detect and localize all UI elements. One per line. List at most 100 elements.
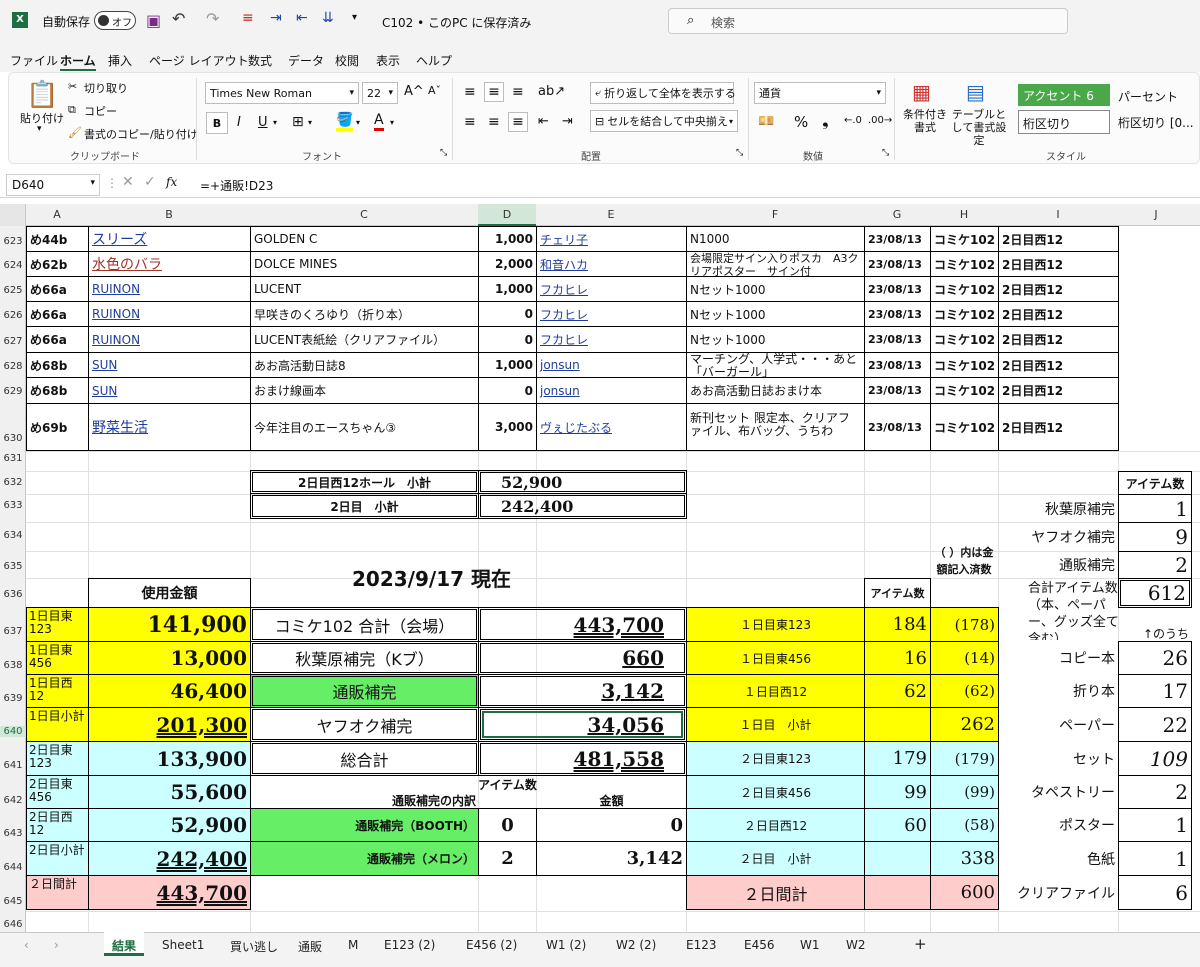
breakdown-item-value[interactable]: 2: [1118, 775, 1192, 809]
total-label[interactable]: コミケ102 合計（会場）: [250, 607, 479, 642]
sheet-tab[interactable]: E123: [686, 938, 717, 952]
list-cell-i[interactable]: 2日目西12: [998, 251, 1119, 277]
spend-value[interactable]: 141,900: [88, 607, 251, 642]
font-color-dropdown-icon[interactable]: ▾: [390, 118, 394, 127]
list-cell-f[interactable]: マーチング、人学式・・・あと「バーガール」: [686, 352, 865, 378]
list-cell-d[interactable]: 0: [478, 377, 537, 404]
list-cell-h[interactable]: コミケ102: [930, 352, 999, 378]
list-cell-d[interactable]: 1,000: [478, 352, 537, 378]
supplement-label[interactable]: 秋葉原補完: [998, 494, 1118, 523]
list-cell-i[interactable]: 2日目西12: [998, 326, 1119, 353]
decrease-decimal-icon[interactable]: .00→: [868, 115, 892, 126]
align-right-icon[interactable]: ≡: [508, 112, 528, 132]
list-cell-h[interactable]: コミケ102: [930, 326, 999, 353]
items-count[interactable]: 184: [864, 607, 931, 642]
row-header[interactable]: 643: [0, 828, 26, 839]
subtotal-w12-label[interactable]: 2日目西12ホール 小計: [250, 470, 479, 494]
merge-center-button[interactable]: ⊟ セルを結合して中央揃え ▾: [590, 110, 738, 132]
underline-button[interactable]: U: [258, 115, 268, 130]
items-count[interactable]: 179: [864, 741, 931, 776]
menu-help[interactable]: ヘルプ: [416, 52, 452, 69]
indent-decrease-icon[interactable]: ⇤: [538, 114, 549, 129]
list-cell-a[interactable]: め44b: [26, 226, 89, 252]
list-cell-a[interactable]: め66a: [26, 326, 89, 353]
sheet-tab[interactable]: Sheet1: [162, 938, 204, 952]
bold-button[interactable]: B: [206, 112, 228, 134]
list-cell-a[interactable]: め69b: [26, 403, 89, 451]
fill-color-icon[interactable]: 🪣: [336, 112, 354, 131]
items-label[interactable]: ２日目 小計: [686, 841, 865, 876]
total-value[interactable]: 481,558: [478, 741, 687, 776]
list-cell-b[interactable]: SUN: [88, 352, 251, 378]
total-items-label[interactable]: 合計アイテム数（本、ペーパー、グッズ全て含む）: [1028, 580, 1124, 640]
breakdown-item-label[interactable]: 折り本: [998, 674, 1118, 708]
qat-icon-3[interactable]: ⇤: [296, 10, 308, 26]
sheet-tab[interactable]: 通販: [298, 938, 322, 955]
items-count[interactable]: 60: [864, 808, 931, 842]
menu-page-layout[interactable]: ページ レイアウト: [149, 52, 249, 69]
list-cell-d[interactable]: 1,000: [478, 276, 537, 302]
menu-view[interactable]: 表示: [376, 52, 400, 69]
col-header-j[interactable]: J: [1118, 208, 1194, 221]
align-left-icon[interactable]: ≡: [464, 114, 476, 130]
list-cell-c[interactable]: おまけ線画本: [250, 377, 479, 404]
date-title[interactable]: 2023/9/17 現在: [352, 562, 592, 592]
list-cell-g[interactable]: 23/08/13: [864, 377, 931, 404]
comma-icon[interactable]: ❟: [822, 111, 829, 131]
list-cell-e[interactable]: フカヒレ: [536, 326, 687, 353]
list-cell-i[interactable]: 2日目西12: [998, 352, 1119, 378]
items-count[interactable]: [864, 707, 931, 742]
fill-dropdown-icon[interactable]: ▾: [356, 118, 360, 127]
name-box[interactable]: D640 ▾: [6, 174, 100, 196]
font-name-select[interactable]: Times New Roman ▾: [205, 82, 359, 104]
table-format-button[interactable]: テーブルとして書式設定: [948, 108, 1010, 147]
breakdown-item-value[interactable]: 22: [1118, 707, 1192, 742]
list-cell-b[interactable]: SUN: [88, 377, 251, 404]
list-cell-d[interactable]: 0: [478, 326, 537, 353]
list-cell-a[interactable]: め66a: [26, 276, 89, 302]
align-top-icon[interactable]: ≡: [464, 84, 476, 100]
items-label[interactable]: １日目東123: [686, 607, 865, 642]
mail-order-count[interactable]: 2: [478, 841, 537, 876]
spend-label[interactable]: 2日目東456: [26, 775, 89, 809]
items-label[interactable]: ２日目西12: [686, 808, 865, 842]
sheet-tab[interactable]: W1: [800, 938, 820, 952]
list-cell-i[interactable]: 2日目西12: [998, 301, 1119, 327]
row-header[interactable]: 624: [0, 260, 26, 271]
number-format-select[interactable]: 通貨 ▾: [754, 82, 886, 104]
spend-label[interactable]: 1日目東456: [26, 641, 89, 675]
sheet-tab[interactable]: E456: [744, 938, 775, 952]
mail-order-amount[interactable]: 0: [536, 808, 687, 842]
row-header[interactable]: 637: [0, 626, 26, 637]
breakdown-item-label[interactable]: 色紙: [998, 841, 1118, 876]
qat-icon-1[interactable]: ≡: [242, 10, 254, 26]
row-header[interactable]: 630: [0, 433, 26, 444]
list-cell-f[interactable]: N1000: [686, 226, 865, 252]
breakdown-item-label[interactable]: ペーパー: [998, 707, 1118, 742]
spend-label[interactable]: 2日目西12: [26, 808, 89, 842]
align-bottom-icon[interactable]: ≡: [512, 84, 524, 100]
mail-order-label[interactable]: 通販補完（BOOTH）: [250, 808, 479, 842]
sheet-tab[interactable]: 結果: [104, 932, 145, 956]
items-paren[interactable]: (179): [930, 741, 999, 776]
list-cell-a[interactable]: め62b: [26, 251, 89, 277]
style-percent[interactable]: パーセント: [1118, 88, 1178, 105]
total-value[interactable]: 3,142: [478, 674, 687, 708]
menu-review[interactable]: 校閲: [335, 52, 359, 69]
menu-insert[interactable]: 挿入: [108, 52, 132, 69]
spend-value[interactable]: 13,000: [88, 641, 251, 675]
items-count-header[interactable]: アイテム数: [864, 578, 931, 608]
sheet-tab[interactable]: W2 (2): [616, 938, 656, 952]
col-header-d[interactable]: D: [478, 204, 536, 226]
list-cell-f[interactable]: Nセット1000: [686, 326, 865, 353]
spend-label[interactable]: 2日目小計: [26, 841, 89, 876]
spend-header[interactable]: 使用金額: [88, 578, 251, 608]
items-paren[interactable]: (58): [930, 808, 999, 842]
menu-file[interactable]: ファイル: [10, 52, 58, 69]
row-header[interactable]: 635: [0, 561, 26, 572]
enter-icon[interactable]: ✓: [144, 174, 156, 190]
list-cell-i[interactable]: 2日目西12: [998, 276, 1119, 302]
breakdown-item-value[interactable]: 26: [1118, 641, 1192, 675]
row-header[interactable]: 644: [0, 862, 26, 873]
list-cell-g[interactable]: 23/08/13: [864, 403, 931, 451]
